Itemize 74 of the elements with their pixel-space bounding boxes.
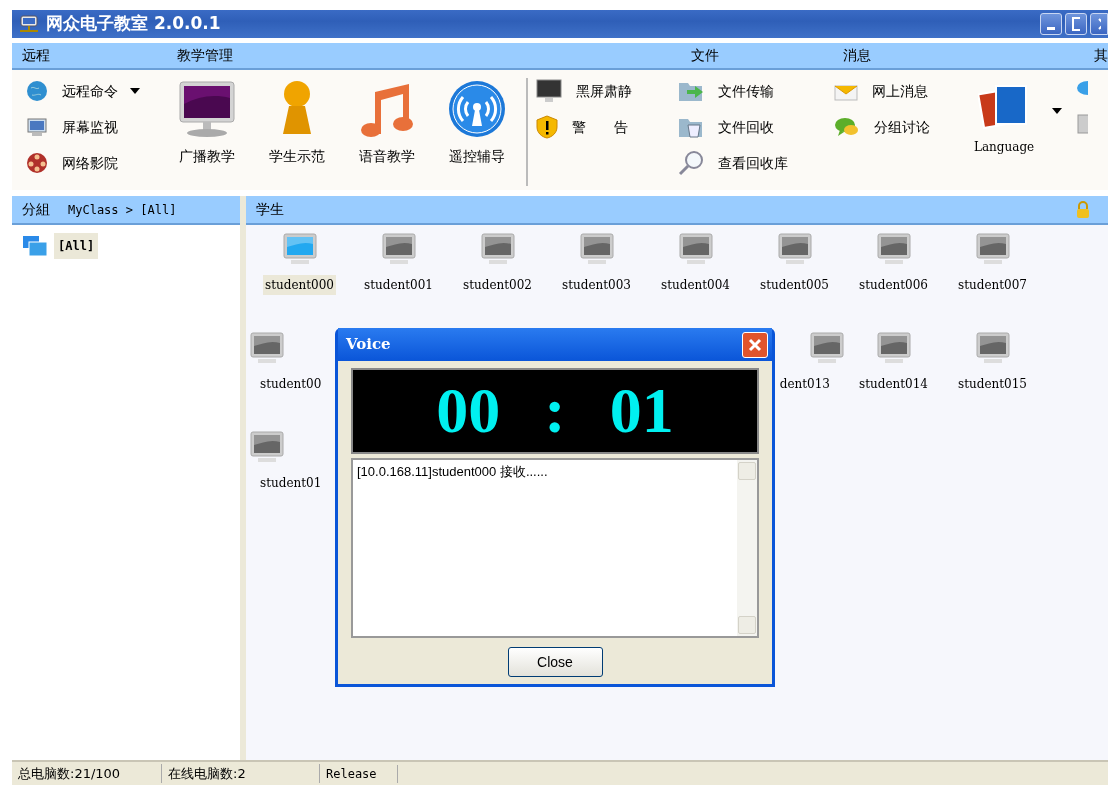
scrollbar[interactable]	[737, 460, 757, 636]
menu-item[interactable]: 远程	[12, 45, 167, 66]
student-label[interactable]: student001	[362, 275, 435, 295]
toolbar-item[interactable]: 屏幕监视	[26, 112, 162, 142]
caret-icon	[1052, 108, 1063, 114]
monitor-icon	[178, 80, 236, 138]
menu-item[interactable]: 消息	[832, 45, 1084, 66]
dialog-title: Voice	[346, 334, 391, 356]
timer-digits: 01	[609, 374, 674, 448]
status-text: Release	[320, 764, 398, 783]
maximize-icon	[1072, 17, 1080, 31]
student-label[interactable]: student01	[258, 473, 324, 493]
student-label[interactable]: student015	[956, 374, 1029, 394]
window-title: 网众电子教室 2.0.0.1	[46, 12, 221, 36]
language-button[interactable]: Language	[974, 76, 1063, 156]
student-label[interactable]: student00	[258, 374, 324, 394]
panel-title: 分組	[22, 200, 50, 219]
toolbar-button[interactable]: 学生示范	[252, 76, 342, 190]
toolbar-item[interactable]: 警 告	[536, 112, 678, 142]
monitor-icon	[536, 79, 562, 103]
timer-digits: :	[544, 374, 566, 448]
toolbar-item[interactable]: 网上消息	[834, 76, 974, 106]
shield-warning-icon	[536, 115, 558, 139]
minimize-button[interactable]	[1040, 13, 1062, 35]
menu-item[interactable]: 教学管理	[166, 45, 682, 66]
network-computer-icon	[18, 14, 40, 34]
folder-bin-icon	[678, 116, 704, 138]
student-label[interactable]: student014	[857, 374, 930, 394]
status-text: 总电脑数:21/100	[12, 763, 162, 784]
tree-item[interactable]: [All]	[54, 233, 99, 259]
toolbar-button[interactable]: 语音教学	[342, 76, 432, 190]
log-box[interactable]: [10.0.168.11]student000 接收......	[351, 458, 759, 638]
film-reel-icon	[26, 152, 48, 174]
monitor-icon	[26, 116, 48, 138]
folder-arrow-icon	[678, 80, 704, 102]
student-label[interactable]: student004	[659, 275, 732, 295]
caret-icon	[130, 88, 140, 94]
panel-title: 学生	[256, 200, 284, 219]
menu-item[interactable]: 其	[1084, 45, 1108, 66]
toolbar-item[interactable]: 文件传输	[678, 76, 834, 106]
student-label[interactable]: student005	[758, 275, 831, 295]
bubble-icon	[1076, 80, 1089, 96]
student-label[interactable]: student007	[956, 275, 1029, 295]
speech-bubbles-icon	[834, 116, 860, 138]
toolbar-item[interactable]: 查看回收库	[678, 148, 834, 178]
timer-digits: 00	[436, 374, 501, 448]
toolbar-item[interactable]: 网络影院	[26, 148, 162, 178]
toolbar-item[interactable]: 分组讨论	[834, 112, 974, 142]
globe-icon	[26, 80, 48, 102]
minimize-icon	[1047, 26, 1055, 30]
windows-stack-icon	[22, 235, 48, 257]
student-label[interactable]: student003	[560, 275, 633, 295]
magnifier-icon	[678, 150, 704, 176]
toolbar-item[interactable]: 黑屏肃静	[536, 76, 678, 106]
toolbar-button[interactable]: 遥控辅导	[432, 76, 522, 190]
close-button[interactable]	[1090, 13, 1108, 35]
padlock-icon	[1076, 200, 1090, 219]
close-icon	[748, 337, 762, 352]
toolbar-item[interactable]: 远程命令	[26, 76, 162, 106]
menu-item[interactable]: 文件	[681, 45, 833, 66]
toolbar-button[interactable]: 广播教学	[162, 76, 252, 190]
toolbar-item[interactable]: 文件回收	[678, 112, 834, 142]
maximize-button[interactable]	[1065, 13, 1087, 35]
student-label[interactable]: student000	[263, 275, 336, 295]
close-dialog-button[interactable]: Close	[507, 647, 603, 677]
document-icon	[1076, 114, 1089, 134]
close-icon	[1097, 17, 1101, 31]
log-text: [10.0.168.11]student000 接收......	[356, 463, 549, 481]
breadcrumb-path: MyClass > [All]	[68, 201, 177, 219]
student-label[interactable]: student002	[461, 275, 534, 295]
status-text: 在线电脑数:2	[162, 763, 320, 784]
student-label[interactable]: dent013	[777, 374, 832, 394]
student-label[interactable]: student006	[857, 275, 930, 295]
wireless-tower-icon	[448, 80, 506, 138]
